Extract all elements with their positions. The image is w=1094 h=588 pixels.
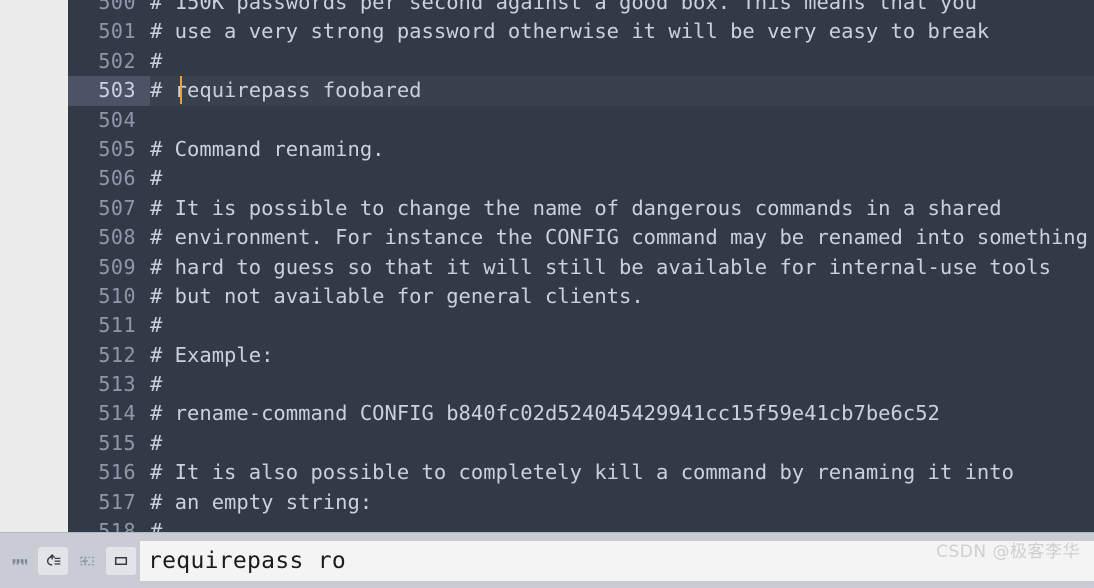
search-in-selection-icon[interactable] (72, 547, 102, 575)
line-number: 516 (98, 460, 136, 485)
line-number: 514 (98, 401, 136, 426)
line-number: 511 (98, 313, 136, 338)
line-number: 508 (98, 225, 136, 250)
code-line[interactable]: 506 # (68, 164, 1094, 193)
code-line-list: 500 # 150K passwords per second against a… (68, 0, 1094, 532)
line-number: 512 (98, 342, 136, 367)
line-number: 505 (98, 136, 136, 161)
code-line[interactable]: 518 # (68, 517, 1094, 532)
code-line[interactable]: 507 # It is possible to change the name o… (68, 194, 1094, 223)
code-line-text: # (150, 519, 163, 532)
code-line-text: # but not available for general clients. (150, 283, 644, 308)
line-number: 503 (68, 76, 150, 106)
find-toolbar[interactable]: requirepass ro (0, 532, 1094, 588)
code-line[interactable]: 516 # It is also possible to completely k… (68, 458, 1094, 487)
code-line-text: # environment. For instance the CONFIG c… (150, 225, 1088, 250)
line-number: 502 (98, 48, 136, 73)
quotation-marks-icon[interactable] (4, 547, 34, 575)
code-line[interactable]: 500 # 150K passwords per second against a… (68, 0, 1094, 17)
editor-window: 500 # 150K passwords per second against a… (0, 0, 1094, 588)
line-number: 504 (98, 107, 136, 132)
code-line-text: # (150, 313, 163, 338)
line-number: 517 (98, 489, 136, 514)
code-line-text: # an empty string: (150, 489, 373, 514)
selection-box-glyph (80, 556, 94, 566)
wrap-around-glyph (47, 553, 61, 566)
line-number: 510 (98, 283, 136, 308)
code-line-text: # Example: (150, 342, 274, 367)
code-line[interactable]: 513 # (68, 370, 1094, 399)
code-line-text: # (150, 430, 163, 455)
highlight-box-icon[interactable] (106, 547, 136, 575)
line-number: 501 (98, 19, 136, 44)
code-line[interactable]: 512 # Example: (68, 341, 1094, 370)
find-input[interactable]: requirepass ro (140, 541, 1094, 581)
code-line-text: # (150, 372, 163, 397)
find-toolbar-icon-group (0, 533, 138, 588)
editor-text-pane[interactable]: 500 # 150K passwords per second against a… (68, 0, 1094, 532)
code-line-text: # requirepass foobared (150, 76, 1094, 106)
code-line[interactable]: 503 # requirepass foobared (68, 76, 1094, 106)
code-line[interactable]: 505 # Command renaming. (68, 135, 1094, 164)
code-line-text: # 150K passwords per second against a go… (150, 0, 977, 14)
code-line[interactable]: 502 # (68, 47, 1094, 76)
code-line[interactable]: 511 # (68, 311, 1094, 340)
wrap-around-search-icon[interactable] (38, 547, 68, 575)
line-number: 500 (98, 0, 136, 14)
code-editor[interactable]: 500 # 150K passwords per second against a… (0, 0, 1094, 532)
code-line[interactable]: 515 # (68, 429, 1094, 458)
code-line-text: # It is possible to change the name of d… (150, 195, 1002, 220)
code-line[interactable]: 510 # but not available for general clien… (68, 282, 1094, 311)
code-line-text (150, 106, 1094, 135)
line-number: 515 (98, 430, 136, 455)
rectangle-outline-glyph (114, 556, 128, 566)
line-number: 518 (98, 519, 136, 532)
code-line-text: # use a very strong password otherwise i… (150, 19, 990, 44)
line-number: 507 (98, 195, 136, 220)
code-line-text: # Command renaming. (150, 136, 385, 161)
code-line[interactable]: 504 (68, 106, 1094, 135)
code-line-text: # rename-command CONFIG b840fc02d5240454… (150, 401, 940, 426)
line-number: 513 (98, 372, 136, 397)
code-line[interactable]: 509 # hard to guess so that it will still… (68, 253, 1094, 282)
code-line[interactable]: 514 # rename-command CONFIG b840fc02d5240… (68, 399, 1094, 428)
line-number: 506 (98, 166, 136, 191)
code-line[interactable]: 501 # use a very strong password otherwis… (68, 17, 1094, 46)
text-caret (180, 76, 182, 104)
quotation-marks-glyph (12, 559, 28, 565)
code-line-text: # It is also possible to completely kill… (150, 460, 1014, 485)
find-input-value: requirepass ro (148, 548, 347, 574)
code-line-text: # hard to guess so that it will still be… (150, 254, 1051, 279)
code-line[interactable]: 508 # environment. For instance the CONFI… (68, 223, 1094, 252)
code-line[interactable]: 517 # an empty string: (68, 488, 1094, 517)
code-line-text: # (150, 48, 163, 73)
line-number: 509 (98, 254, 136, 279)
code-line-text: # (150, 166, 163, 191)
